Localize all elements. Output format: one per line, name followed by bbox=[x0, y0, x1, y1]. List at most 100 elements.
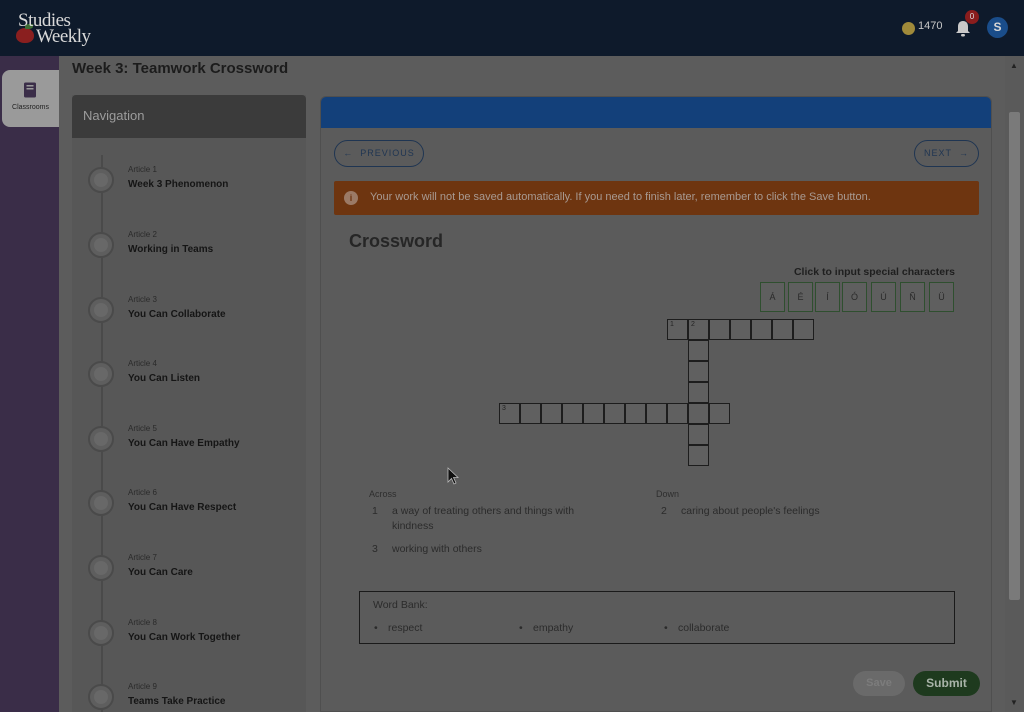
scroll-up-arrow-icon[interactable]: ▲ bbox=[1010, 61, 1018, 70]
rail-item-label: Classrooms bbox=[12, 104, 49, 111]
crossword-cell[interactable]: 3 bbox=[499, 403, 520, 424]
clue-number-3: 3 bbox=[502, 405, 506, 412]
article-title: You Can Care bbox=[128, 567, 193, 578]
down-heading: Down bbox=[656, 489, 680, 499]
across-clue-text: working with others bbox=[392, 543, 482, 555]
scroll-down-arrow-icon[interactable]: ▼ bbox=[1010, 698, 1018, 707]
notification-badge: 0 bbox=[965, 10, 979, 24]
article-title: You Can Listen bbox=[128, 373, 201, 384]
article-progress-circle-icon bbox=[88, 555, 114, 581]
crossword-cell[interactable] bbox=[583, 403, 604, 424]
article-progress-circle-icon bbox=[88, 361, 114, 387]
scrollbar-thumb[interactable] bbox=[1009, 112, 1020, 600]
word-bank-label: Word Bank: bbox=[373, 599, 428, 611]
article-item[interactable]: Article 2 Working in Teams bbox=[88, 228, 298, 268]
down-clue-number: 2 bbox=[661, 505, 667, 517]
studies-weekly-logo[interactable]: Studies Weekly bbox=[16, 10, 96, 48]
article-number: Article 2 bbox=[128, 230, 157, 239]
article-item[interactable]: Article 5 You Can Have Empathy bbox=[88, 422, 298, 462]
article-title: You Can Work Together bbox=[128, 632, 241, 643]
crossword-cell[interactable]: 1 bbox=[667, 319, 688, 340]
left-rail: Classrooms bbox=[0, 56, 59, 712]
word-bank-item: collaborate bbox=[664, 622, 729, 634]
save-button[interactable]: Save bbox=[853, 671, 905, 696]
page-title: Week 3: Teamwork Crossword bbox=[72, 60, 289, 77]
article-item[interactable]: Article 3 You Can Collaborate bbox=[88, 293, 298, 333]
content-panel: ← PREVIOUS NEXT → i Your work will not b… bbox=[320, 96, 992, 712]
mouse-cursor-icon bbox=[447, 467, 459, 485]
crossword-cell[interactable] bbox=[688, 445, 709, 466]
word-bank: Word Bank: respect empathy collaborate bbox=[359, 591, 955, 644]
clue-number-1: 1 bbox=[670, 321, 674, 328]
article-progress-circle-icon bbox=[88, 490, 114, 516]
article-number: Article 3 bbox=[128, 295, 157, 304]
article-item[interactable]: Article 7 You Can Care bbox=[88, 551, 298, 591]
coin-icon bbox=[902, 22, 915, 35]
user-avatar[interactable]: S bbox=[987, 17, 1008, 38]
article-title: You Can Collaborate bbox=[128, 309, 226, 320]
crossword-cell[interactable] bbox=[772, 319, 793, 340]
article-item[interactable]: Article 1 Week 3 Phenomenon bbox=[88, 163, 298, 203]
crossword-cell[interactable] bbox=[688, 424, 709, 445]
crossword-cell[interactable] bbox=[688, 361, 709, 382]
clue-number-2: 2 bbox=[691, 321, 695, 328]
article-item[interactable]: Article 8 You Can Work Together bbox=[88, 616, 298, 656]
crossword-cell[interactable] bbox=[520, 403, 541, 424]
crossword-cell[interactable] bbox=[562, 403, 583, 424]
across-clue: 3 working with others bbox=[372, 542, 622, 558]
crossword-cell[interactable]: 2 bbox=[688, 319, 709, 340]
article-item[interactable]: Article 6 You Can Have Respect bbox=[88, 486, 298, 526]
across-clue: 1 a way of treating others and things wi… bbox=[372, 504, 622, 536]
crossword-cell[interactable] bbox=[709, 319, 730, 340]
article-title: You Can Have Empathy bbox=[128, 438, 240, 449]
navigation-panel: Navigation Article 1 Week 3 Phenomenon A… bbox=[72, 95, 306, 712]
main-area: Week 3: Teamwork Crossword Navigation Ar… bbox=[59, 56, 1005, 712]
article-number: Article 1 bbox=[128, 165, 157, 174]
across-clue-text: a way of treating others and things with… bbox=[392, 505, 575, 532]
article-number: Article 5 bbox=[128, 424, 157, 433]
down-clue-text: caring about people's feelings bbox=[681, 505, 820, 517]
article-number: Article 6 bbox=[128, 488, 157, 497]
article-progress-circle-icon bbox=[88, 426, 114, 452]
submit-button[interactable]: Submit bbox=[913, 671, 980, 696]
article-number: Article 7 bbox=[128, 553, 157, 562]
crossword-cell[interactable] bbox=[667, 403, 688, 424]
crossword-cell[interactable] bbox=[625, 403, 646, 424]
across-clue-number: 1 bbox=[372, 505, 378, 517]
across-heading: Across bbox=[369, 489, 397, 499]
article-progress-circle-icon bbox=[88, 684, 114, 710]
article-number: Article 9 bbox=[128, 682, 157, 691]
crossword-cell[interactable] bbox=[688, 403, 709, 424]
article-number: Article 8 bbox=[128, 618, 157, 627]
article-number: Article 4 bbox=[128, 359, 157, 368]
down-clue: 2 caring about people's feelings bbox=[661, 504, 911, 520]
word-bank-item: empathy bbox=[519, 622, 573, 634]
across-clue-number: 3 bbox=[372, 543, 378, 555]
page-scrollbar[interactable]: ▲ ▼ bbox=[1005, 56, 1024, 712]
article-progress-circle-icon bbox=[88, 297, 114, 323]
article-item[interactable]: Article 9 Teams Take Practice bbox=[88, 680, 298, 712]
book-icon bbox=[24, 82, 36, 98]
crossword-cell[interactable] bbox=[604, 403, 625, 424]
crossword-cell[interactable] bbox=[730, 319, 751, 340]
article-title: Teams Take Practice bbox=[128, 696, 226, 707]
navigation-header: Navigation bbox=[72, 95, 306, 138]
article-title: Working in Teams bbox=[128, 244, 214, 255]
rail-item-classrooms[interactable]: Classrooms bbox=[2, 70, 59, 127]
crossword-cell[interactable] bbox=[793, 319, 814, 340]
logo-text-weekly: Weekly bbox=[36, 26, 91, 47]
word-bank-item: respect bbox=[374, 622, 423, 634]
article-title: Week 3 Phenomenon bbox=[128, 179, 229, 190]
crossword-cell[interactable] bbox=[646, 403, 667, 424]
article-item[interactable]: Article 4 You Can Listen bbox=[88, 357, 298, 397]
coin-count: 1470 bbox=[918, 20, 943, 32]
crossword-cell[interactable] bbox=[688, 340, 709, 361]
article-progress-circle-icon bbox=[88, 620, 114, 646]
crossword-cell[interactable] bbox=[688, 382, 709, 403]
navigation-title: Navigation bbox=[83, 108, 145, 123]
crossword-cell[interactable] bbox=[751, 319, 772, 340]
crossword-cell[interactable] bbox=[541, 403, 562, 424]
article-title: You Can Have Respect bbox=[128, 502, 237, 513]
top-bar: Studies Weekly 1470 0 S bbox=[0, 0, 1024, 56]
crossword-cell[interactable] bbox=[709, 403, 730, 424]
